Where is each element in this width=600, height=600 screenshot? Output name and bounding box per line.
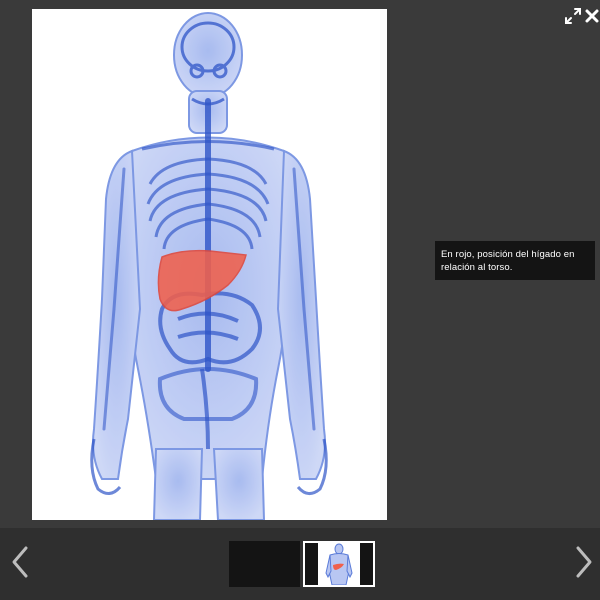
anatomy-image: [32, 9, 387, 520]
thumbnail-strip: [0, 528, 600, 600]
expand-arrows-icon: [565, 8, 581, 24]
lightbox-stage: En rojo, posición del hígado en relación…: [0, 0, 600, 528]
next-button[interactable]: [568, 542, 598, 582]
fullscreen-button[interactable]: [563, 6, 583, 26]
chevron-left-icon: [12, 546, 28, 578]
previous-button[interactable]: [6, 542, 36, 582]
image-caption: En rojo, posición del hígado en relación…: [435, 241, 595, 280]
thumbnail-anatomy-image: [318, 543, 360, 585]
thumbnail-1[interactable]: [229, 541, 300, 587]
thumbnail-2-selected[interactable]: [303, 541, 375, 587]
close-x-icon: [585, 9, 599, 23]
close-button[interactable]: [584, 6, 600, 26]
chevron-right-icon: [576, 546, 592, 578]
